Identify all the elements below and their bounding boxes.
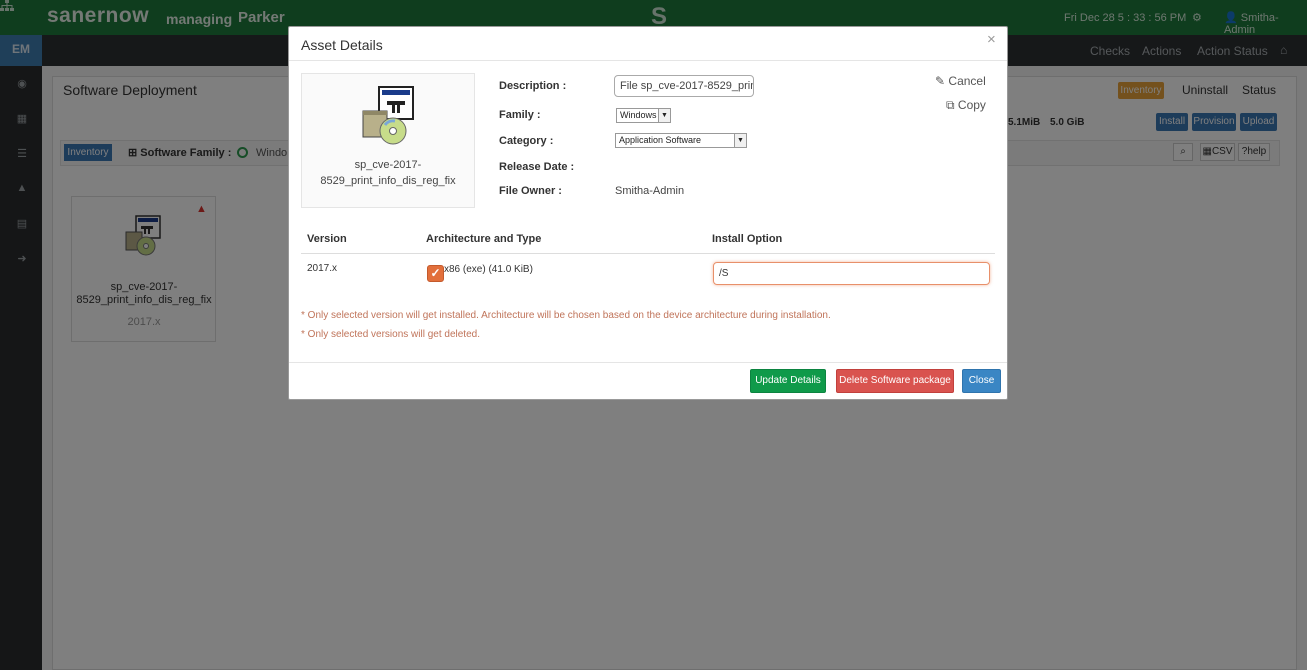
close-button[interactable]: Close [962,369,1001,393]
delete-package-button[interactable]: Delete Software package [836,369,954,393]
header-divider [289,60,1007,61]
release-date-label: Release Date : [499,161,575,173]
architecture-header: Architecture and Type [426,233,542,245]
row-architecture: x86 (exe) (41.0 KiB) [444,264,533,275]
cancel-button[interactable]: ✎ Cancel [935,74,986,88]
copy-label: Copy [957,98,986,112]
category-select-value: Application Software [619,135,702,145]
category-select[interactable]: Application Software ▼ [615,133,747,148]
description-label: Description : [499,80,567,92]
table-header-divider [301,253,995,254]
update-details-button[interactable]: Update Details [750,369,826,393]
version-checkbox[interactable]: ✓ [427,265,444,282]
asset-details-modal: Asset Details × sp_cve-2017-8529_print_i… [288,26,1008,400]
install-option-input[interactable]: /S [713,262,990,285]
footer-divider [289,362,1007,363]
copy-icon: ⧉ [946,98,955,112]
row-version: 2017.x [307,263,338,274]
family-select[interactable]: Windows ▼ [616,108,671,123]
chevron-down-icon: ▼ [734,134,746,147]
chevron-down-icon: ▼ [658,109,670,122]
close-icon[interactable]: × [987,31,996,48]
delete-note: * Only selected versions will get delete… [301,329,480,340]
copy-button[interactable]: ⧉ Copy [946,98,986,113]
family-label: Family : [499,109,541,121]
file-owner-value: Smitha-Admin [615,185,685,197]
category-label: Category : [499,135,554,147]
installer-package-icon [362,86,414,145]
modal-title: Asset Details [301,37,383,53]
file-owner-label: File Owner : [499,185,562,197]
version-header: Version [307,233,347,245]
family-select-value: Windows [620,110,657,120]
install-note: * Only selected version will get install… [301,310,831,321]
package-name: sp_cve-2017-8529_print_info_dis_reg_fix [320,159,456,187]
edit-icon: ✎ [935,74,946,88]
description-input[interactable]: File sp_cve-2017-8529_print_info_dis_reg… [614,75,754,97]
install-option-header: Install Option [712,233,783,245]
cancel-label: Cancel [948,74,986,88]
